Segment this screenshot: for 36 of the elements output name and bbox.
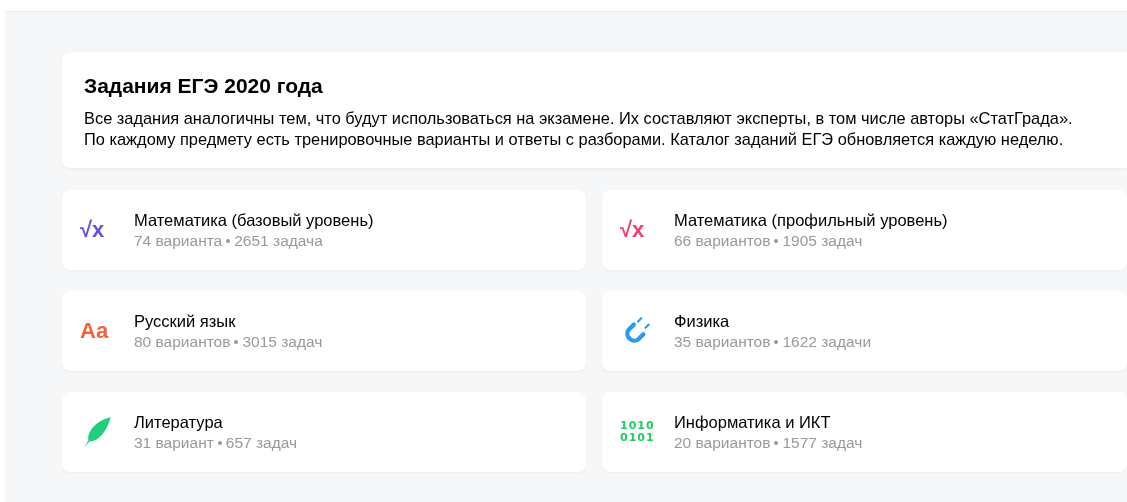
symbol-icon: √x: [80, 219, 105, 241]
subject-name: Литература: [134, 411, 224, 433]
subject-card[interactable]: Литература 31 вариант 657 задач: [62, 392, 586, 472]
separator-dot-icon: [217, 440, 222, 445]
task-count: 1577 задач: [782, 432, 863, 453]
subject-name: Информатика и ИКТ: [674, 411, 832, 433]
variant-count: 20 вариантов: [674, 432, 771, 453]
separator-dot-icon: [774, 238, 779, 243]
description-text: Все задания аналогичны тем, что будут использоваться на экзамене. Их составляют эксперты, в том числе авторы «СтатГрада». По каждому предмету есть тренировочные варианты и ответы с разборами. Каталог заданий ЕГЭ обновляется каждую неделю.: [84, 108, 1074, 150]
variant-count: 66 вариантов: [674, 230, 771, 251]
subject-name: Математика (базовый уровень): [134, 209, 374, 231]
separator-dot-icon: [226, 238, 231, 243]
separator-dot-icon: [234, 339, 239, 344]
variant-count: 31 вариант: [134, 432, 214, 453]
task-count: 657 задач: [225, 432, 298, 453]
variant-count: 35 вариантов: [674, 331, 771, 352]
subject-card[interactable]: Физика 35 вариантов 1622 задачи: [602, 291, 1127, 371]
subject-card[interactable]: Aa Русский язык 80 вариантов 3015 задач: [62, 291, 586, 371]
subject-name: Русский язык: [134, 310, 237, 332]
variant-count: 74 варианта: [134, 230, 223, 251]
subject-name: Математика (профильный уровень): [674, 209, 948, 231]
symbol-icon: √x: [620, 219, 645, 241]
task-count: 3015 задач: [242, 331, 323, 352]
binary-digits-icon: 1010 0101: [620, 420, 655, 444]
subject-card[interactable]: 1010 0101 Информатика и ИКТ 20 вариантов 1577 задач: [602, 392, 1127, 472]
subject-card[interactable]: √x Математика (профильный уровень) 66 вариантов 1905 задач: [602, 190, 1127, 270]
symbol-icon: Aa: [80, 320, 109, 342]
subject-card[interactable]: √x Математика (базовый уровень) 74 варианта 2651 задача: [62, 190, 586, 270]
variant-count: 80 вариантов: [134, 331, 231, 352]
page-title: Задания ЕГЭ 2020 года: [84, 74, 324, 98]
separator-dot-icon: [774, 440, 779, 445]
task-count: 1905 задач: [782, 230, 863, 251]
separator-dot-icon: [774, 339, 779, 344]
subject-name: Физика: [674, 310, 731, 332]
task-count: 1622 задачи: [782, 331, 872, 352]
task-count: 2651 задача: [234, 230, 323, 251]
